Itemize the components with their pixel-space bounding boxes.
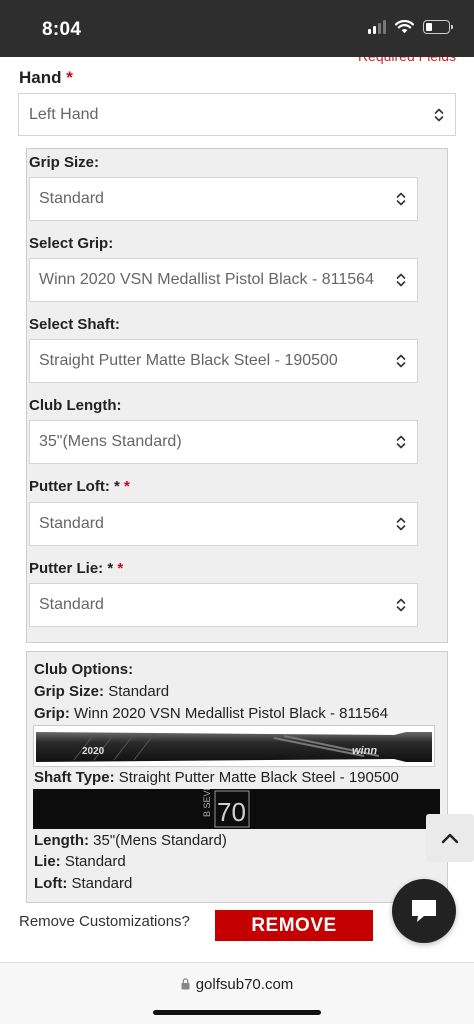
remove-customizations-text: Remove Customizations?	[19, 913, 190, 930]
putter-lie-label-text: Putter Lie: *	[29, 560, 114, 577]
chevron-up-icon	[441, 833, 459, 844]
shaft-illustration: B SEVENT 70	[33, 789, 440, 829]
battery-level	[426, 23, 432, 31]
shaft-brand-text: B SEVENT	[202, 789, 212, 817]
select-grip-select[interactable]: Winn 2020 VSN Medallist Pistol Black - 8…	[29, 258, 418, 302]
url-display[interactable]: golfsub70.com	[0, 976, 474, 993]
required-marker: *	[124, 478, 130, 495]
home-indicator	[153, 1010, 321, 1015]
chevron-updown-icon	[434, 108, 444, 121]
grip-brand-text: winn	[352, 745, 377, 757]
summary-shaft: Shaft Type: Straight Putter Matte Black …	[34, 769, 399, 786]
scroll-to-top-button[interactable]	[426, 814, 474, 862]
chat-icon	[412, 900, 436, 922]
chevron-updown-icon	[396, 273, 406, 287]
summary-loft: Loft: Standard	[34, 875, 132, 892]
select-grip-value: Winn 2020 VSN Medallist Pistol Black - 8…	[39, 271, 374, 288]
signal-icon	[368, 20, 386, 34]
club-length-value: 35"(Mens Standard)	[39, 433, 182, 450]
summary-shaft-value: Straight Putter Matte Black Steel - 1905…	[118, 769, 399, 786]
status-icons	[368, 20, 453, 34]
hand-label: Hand *	[19, 68, 73, 88]
putter-lie-select[interactable]: Standard	[29, 583, 418, 627]
putter-loft-select[interactable]: Standard	[29, 502, 418, 546]
summary-shaft-label: Shaft Type:	[34, 769, 115, 786]
shaft-image: B SEVENT 70	[33, 789, 440, 829]
hand-select-value: Left Hand	[29, 105, 99, 123]
summary-loft-value: Standard	[71, 875, 133, 892]
club-length-select[interactable]: 35"(Mens Standard)	[29, 420, 418, 464]
grip-image: 2020 winn	[33, 725, 435, 767]
hand-select[interactable]: Left Hand	[18, 93, 456, 136]
select-shaft-label: Select Shaft:	[29, 316, 120, 333]
select-grip-label: Select Grip:	[29, 235, 114, 252]
summary-title-text: Club Options:	[34, 661, 134, 678]
summary-lie: Lie: Standard	[34, 853, 126, 870]
putter-loft-value: Standard	[39, 515, 104, 532]
status-time: 8:04	[42, 19, 82, 40]
summary-lie-value: Standard	[64, 853, 126, 870]
summary-grip-label: Grip:	[34, 705, 70, 722]
wifi-icon	[395, 20, 414, 34]
remove-button[interactable]: REMOVE	[215, 910, 373, 941]
summary-grip-value: Winn 2020 VSN Medallist Pistol Black - 8…	[74, 705, 389, 722]
summary-grip-size-value: Standard	[108, 683, 170, 700]
summary-length-value: 35"(Mens Standard)	[93, 832, 227, 849]
chevron-updown-icon	[396, 598, 406, 612]
chevron-updown-icon	[396, 435, 406, 449]
browser-url-bar[interactable]: golfsub70.com	[0, 962, 474, 1024]
select-shaft-select[interactable]: Straight Putter Matte Black Steel - 1905…	[29, 339, 418, 383]
putter-loft-label: Putter Loft: * *	[29, 478, 130, 495]
status-bar: 8:04	[0, 0, 474, 57]
summary-grip: Grip: Winn 2020 VSN Medallist Pistol Bla…	[34, 705, 388, 722]
select-shaft-value: Straight Putter Matte Black Steel - 1905…	[39, 352, 338, 369]
grip-size-value: Standard	[39, 190, 104, 207]
required-marker: *	[117, 560, 124, 577]
required-marker: *	[66, 68, 73, 87]
putter-lie-label: Putter Lie: * *	[29, 560, 123, 577]
chat-button[interactable]	[392, 879, 456, 943]
summary-length: Length: 35"(Mens Standard)	[34, 832, 227, 849]
hand-label-text: Hand	[19, 68, 62, 87]
url-text: golfsub70.com	[195, 976, 294, 993]
summary-length-label: Length:	[34, 832, 89, 849]
grip-image-text: 2020	[82, 746, 105, 757]
summary-grip-size-label: Grip Size:	[34, 683, 105, 700]
chevron-updown-icon	[396, 517, 406, 531]
chevron-updown-icon	[396, 354, 406, 368]
grip-size-label: Grip Size:	[29, 154, 100, 171]
putter-lie-value: Standard	[39, 596, 104, 613]
summary-title: Club Options:	[34, 661, 133, 678]
club-length-label: Club Length:	[29, 397, 122, 414]
summary-grip-size: Grip Size: Standard	[34, 683, 169, 700]
grip-size-select[interactable]: Standard	[29, 177, 418, 221]
summary-lie-label: Lie:	[34, 853, 61, 870]
shaft-logo-text: 70	[217, 797, 246, 827]
grip-illustration: 2020 winn	[36, 732, 432, 762]
lock-icon	[181, 978, 190, 990]
battery-icon	[423, 20, 453, 34]
putter-loft-label-text: Putter Loft: *	[29, 478, 120, 495]
chevron-updown-icon	[396, 192, 406, 206]
summary-loft-label: Loft:	[34, 875, 68, 892]
